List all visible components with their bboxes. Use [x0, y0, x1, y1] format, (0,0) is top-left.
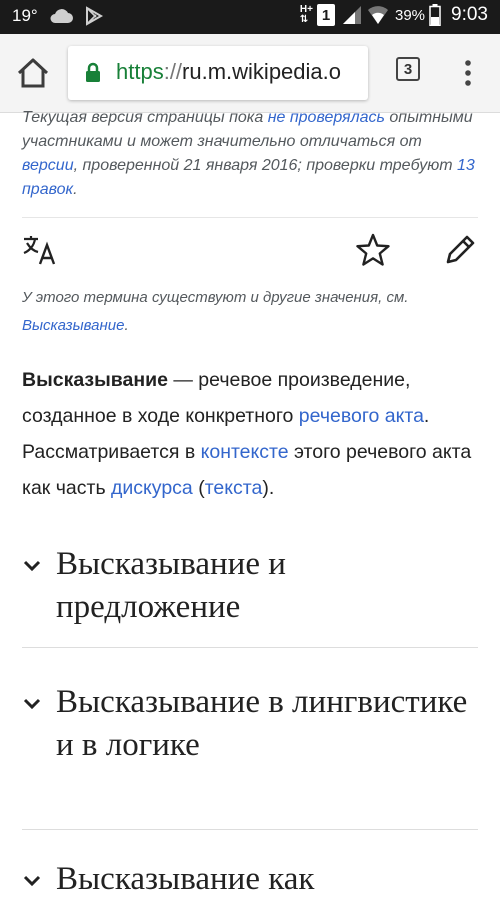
address-bar[interactable]: https://ru.m.wikipedia.o — [68, 46, 368, 100]
tab-count: 3 — [403, 60, 413, 78]
battery-icon — [429, 4, 441, 26]
section-heading[interactable]: Высказывание как — [22, 858, 478, 902]
browser-toolbar: https://ru.m.wikipedia.o 3 — [0, 34, 500, 113]
section-title: Высказывание как — [56, 861, 315, 897]
section-title: Высказывание и предложение — [56, 546, 286, 625]
play-store-icon — [85, 6, 103, 26]
url-host: ru.m.wikipedia.o — [182, 59, 341, 84]
tab-switcher-button[interactable]: 3 — [396, 57, 420, 81]
revision-notice: Текущая версия страницы пока не проверял… — [22, 109, 475, 198]
lock-icon — [86, 62, 100, 82]
temperature: 19° — [12, 6, 38, 25]
section-title: Высказывание в лингвистике и в логике — [56, 684, 468, 763]
disambiguation-link[interactable]: Высказывание — [22, 317, 124, 334]
text-link[interactable]: текста — [205, 477, 263, 499]
translate-icon[interactable] — [22, 232, 58, 268]
home-icon[interactable] — [14, 54, 52, 92]
chevron-down-icon — [23, 875, 41, 887]
chevron-down-icon — [23, 698, 41, 710]
discourse-link[interactable]: дискурса — [111, 477, 193, 499]
page-actions — [0, 224, 500, 276]
version-link[interactable]: версии — [22, 157, 74, 174]
article-term: Высказывание — [22, 369, 168, 391]
status-bar: 19° H+ ⇅ 1 39% 9:03 — [0, 0, 500, 34]
wifi-icon — [367, 6, 388, 24]
unchecked-link[interactable]: не проверялась — [268, 109, 385, 126]
star-icon[interactable] — [355, 232, 391, 268]
speech-act-link[interactable]: речевого акта — [299, 405, 424, 427]
pencil-icon[interactable] — [442, 232, 478, 268]
context-link[interactable]: контексте — [201, 441, 289, 463]
url-scheme: https — [116, 59, 164, 84]
overflow-menu-icon[interactable] — [458, 58, 478, 88]
section-heading[interactable]: Высказывание и предложение — [22, 543, 478, 648]
battery-percent: 39% — [394, 6, 426, 24]
chevron-down-icon — [23, 560, 41, 572]
sim-badge: 1 — [316, 4, 335, 26]
hatnote: У этого термина существуют и другие знач… — [22, 289, 409, 334]
section-heading[interactable]: Высказывание в лингвистике и в логике — [22, 681, 478, 830]
cloud-icon — [50, 9, 73, 23]
signal-icon — [342, 6, 361, 24]
url-text: https://ru.m.wikipedia.o — [116, 59, 341, 85]
network-type: H+ ⇅ — [299, 4, 313, 25]
url-separator: :// — [163, 59, 183, 84]
divider — [22, 217, 478, 218]
lead-paragraph: Высказывание — речевое произведение, соз… — [22, 369, 472, 499]
clock: 9:03 — [451, 4, 488, 25]
